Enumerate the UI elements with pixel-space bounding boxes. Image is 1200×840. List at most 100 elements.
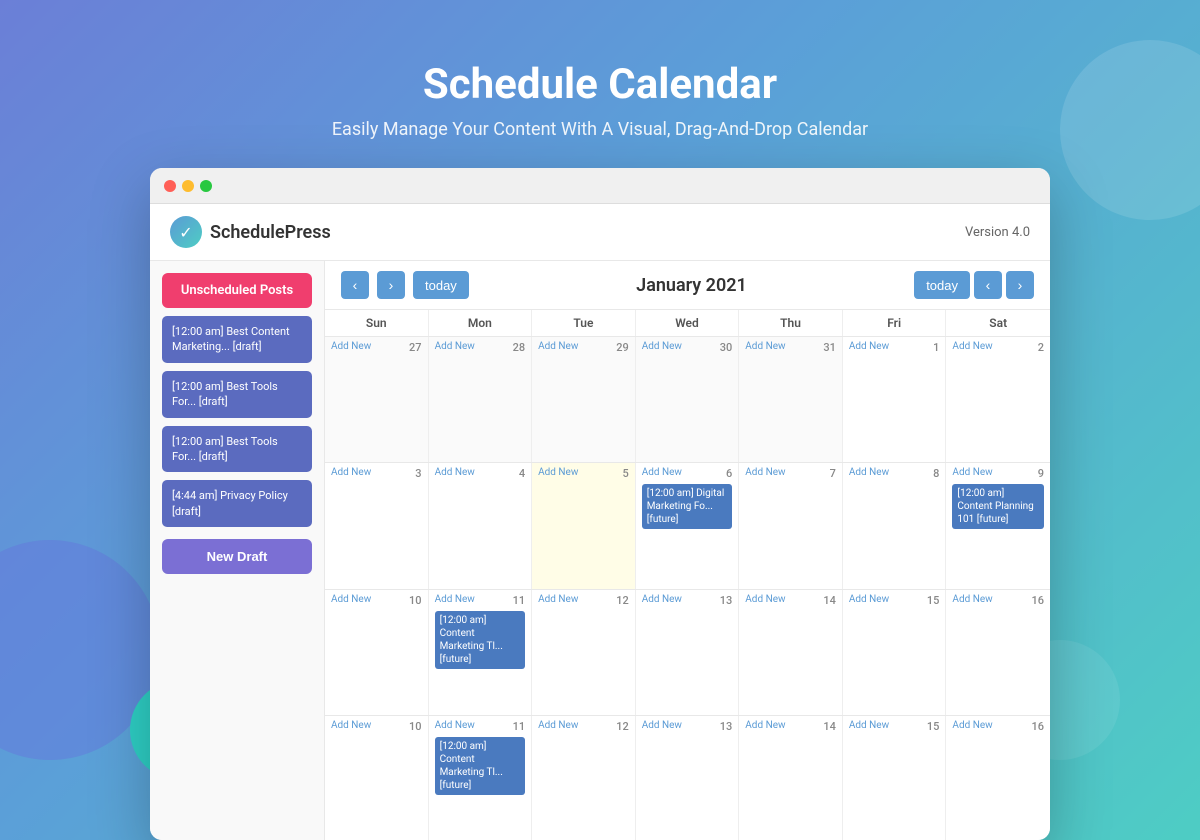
add-new-link[interactable]: Add New <box>745 720 785 731</box>
event-item[interactable]: [12:00 am] Content Marketing Tl... [futu… <box>435 611 526 669</box>
cell-date: 15 <box>927 720 940 733</box>
cell-date: 5 <box>622 467 628 480</box>
day-header-tue: Tue <box>532 310 636 336</box>
prev-month-button[interactable]: ‹ <box>341 271 369 299</box>
add-new-link[interactable]: Add New <box>538 467 578 478</box>
cell-date: 31 <box>823 341 836 354</box>
add-new-link[interactable]: Add New <box>435 594 475 605</box>
cell-date: 10 <box>409 594 422 607</box>
cell-date: 6 <box>726 467 732 480</box>
add-new-link[interactable]: Add New <box>435 720 475 731</box>
post-title: [4:44 am] Privacy Policy [draft] <box>172 489 288 517</box>
new-draft-button[interactable]: New Draft <box>162 539 312 574</box>
add-new-link[interactable]: Add New <box>538 594 578 605</box>
event-item[interactable]: [12:00 am] Content Marketing Tl... [futu… <box>435 737 526 795</box>
add-new-link[interactable]: Add New <box>642 594 682 605</box>
calendar-cell: Add New13 <box>636 590 740 715</box>
add-new-link[interactable]: Add New <box>642 467 682 478</box>
add-new-link[interactable]: Add New <box>745 341 785 352</box>
cell-top: Add New27 <box>331 341 422 354</box>
add-new-link[interactable]: Add New <box>849 467 889 478</box>
unscheduled-posts-header[interactable]: Unscheduled Posts <box>162 273 312 308</box>
cell-top: Add New28 <box>435 341 526 354</box>
day-header-fri: Fri <box>843 310 947 336</box>
cell-top: Add New 31 <box>745 341 836 354</box>
close-dot[interactable] <box>164 180 176 192</box>
add-new-link[interactable]: Add New <box>745 594 785 605</box>
add-new-link[interactable]: Add New <box>331 467 371 478</box>
calendar-cell: Add New 14 <box>739 590 843 715</box>
calendar-cell: Add New11[12:00 am] Content Marketing Tl… <box>429 716 533 840</box>
cell-top: Add New15 <box>849 594 940 607</box>
cell-date: 16 <box>1031 720 1044 733</box>
calendar-toolbar: ‹ › today January 2021 today ‹ › <box>325 261 1050 310</box>
calendar-week: Add New 10 Add New 11 [12:00 am] Content Mar… <box>325 590 1050 716</box>
cell-date: 10 <box>409 720 422 733</box>
cell-top: Add New16 <box>952 594 1044 607</box>
add-new-link[interactable]: Add New <box>331 720 371 731</box>
add-new-link[interactable]: Add New <box>538 720 578 731</box>
app-name: SchedulePress <box>210 222 331 243</box>
cell-top: Add New12 <box>538 594 629 607</box>
add-new-link[interactable]: Add New <box>849 594 889 605</box>
calendar-cell: Add New 11 [12:00 am] Content Marketing Tl… <box>429 590 533 715</box>
cell-top: Add New 5 <box>538 467 629 480</box>
list-item[interactable]: [12:00 am] Best Tools For... [draft] <box>162 371 312 418</box>
calendar-days-header: Sun Mon Tue Wed Thu Fri Sat <box>325 310 1050 337</box>
calendar-week: Add New27Add New28Add New29Add New30Add … <box>325 337 1050 463</box>
cell-date: 11 <box>513 594 526 607</box>
post-title: [12:00 am] Best Content Marketing... [dr… <box>172 325 290 353</box>
calendar-month-title: January 2021 <box>477 275 906 296</box>
list-item[interactable]: [4:44 am] Privacy Policy [draft] <box>162 480 312 527</box>
add-new-link[interactable]: Add New <box>849 720 889 731</box>
calendar-cell: Add New 10 <box>325 590 429 715</box>
app-version: Version 4.0 <box>965 225 1030 240</box>
calendar-cell: Add New15 <box>843 590 947 715</box>
today-button-left[interactable]: today <box>413 271 469 299</box>
calendar-cell: Add New7 <box>739 463 843 588</box>
add-new-link[interactable]: Add New <box>642 341 682 352</box>
calendar-cell: Add New12 <box>532 590 636 715</box>
calendar-cell: Add New9[12:00 am] Content Planning 101 … <box>946 463 1050 588</box>
add-new-link[interactable]: Add New <box>331 594 371 605</box>
next-month-button[interactable]: › <box>377 271 405 299</box>
add-new-link[interactable]: Add New <box>952 467 992 478</box>
add-new-link[interactable]: Add New <box>642 720 682 731</box>
day-header-sun: Sun <box>325 310 429 336</box>
today-button-right[interactable]: today <box>914 271 970 299</box>
hero-subtitle: Easily Manage Your Content With A Visual… <box>332 119 868 140</box>
cell-top: Add New 10 <box>331 594 422 607</box>
prev-month-button-right[interactable]: ‹ <box>974 271 1002 299</box>
add-new-link[interactable]: Add New <box>435 467 475 478</box>
day-header-mon: Mon <box>429 310 533 336</box>
post-title: [12:00 am] Best Tools For... [draft] <box>172 380 278 408</box>
cell-date: 1 <box>933 341 939 354</box>
day-header-sat: Sat <box>946 310 1050 336</box>
cell-date: 14 <box>823 594 836 607</box>
logo-icon: ✓ <box>170 216 202 248</box>
calendar-section: ‹ › today January 2021 today ‹ › Sun Mon… <box>325 261 1050 840</box>
add-new-link[interactable]: Add New <box>745 467 785 478</box>
cell-top: Add New2 <box>952 341 1044 354</box>
add-new-link[interactable]: Add New <box>952 341 992 352</box>
next-month-button-right[interactable]: › <box>1006 271 1034 299</box>
event-item[interactable]: [12:00 am] Digital Marketing Fo... [futu… <box>642 484 733 529</box>
calendar-cell: Add New27 <box>325 337 429 462</box>
calendar-cell: Add New 1 <box>843 337 947 462</box>
add-new-link[interactable]: Add New <box>952 720 992 731</box>
add-new-link[interactable]: Add New <box>952 594 992 605</box>
list-item[interactable]: [12:00 am] Best Tools For... [draft] <box>162 426 312 473</box>
event-item[interactable]: [12:00 am] Content Planning 101 [future] <box>952 484 1044 529</box>
add-new-link[interactable]: Add New <box>435 341 475 352</box>
bg-decoration-right-top <box>1060 40 1200 220</box>
add-new-link[interactable]: Add New <box>849 341 889 352</box>
day-header-thu: Thu <box>739 310 843 336</box>
cell-top: Add New 14 <box>745 720 836 733</box>
list-item[interactable]: [12:00 am] Best Content Marketing... [dr… <box>162 316 312 363</box>
cell-date: 14 <box>823 720 836 733</box>
minimize-dot[interactable] <box>182 180 194 192</box>
cell-top: Add New13 <box>642 594 733 607</box>
add-new-link[interactable]: Add New <box>331 341 371 352</box>
add-new-link[interactable]: Add New <box>538 341 578 352</box>
maximize-dot[interactable] <box>200 180 212 192</box>
